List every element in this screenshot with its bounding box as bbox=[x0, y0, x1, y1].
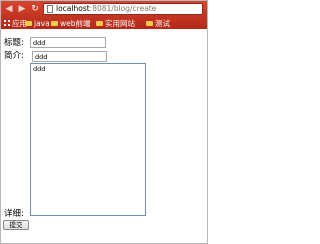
bookmark-test[interactable]: 测试 bbox=[146, 18, 170, 29]
address-bar[interactable]: localhost:8081/blog/create bbox=[43, 3, 203, 15]
detail-label: 详细: bbox=[4, 209, 24, 219]
bookmark-apps[interactable]: 应用 bbox=[4, 18, 27, 29]
title-input[interactable] bbox=[30, 37, 106, 48]
bookmark-label: 测试 bbox=[155, 19, 170, 28]
bookmark-label: java bbox=[34, 19, 50, 28]
bookmark-java[interactable]: java bbox=[25, 18, 50, 29]
folder-icon bbox=[51, 21, 58, 26]
back-arrow-icon[interactable]: ◀ bbox=[4, 4, 14, 14]
bookmark-web-frontend[interactable]: web前端 bbox=[51, 18, 91, 29]
folder-icon bbox=[146, 21, 153, 26]
browser-toolbar: ◀ ▶ ↻ localhost:8081/blog/create bbox=[1, 1, 207, 17]
folder-icon bbox=[25, 21, 32, 26]
folder-icon bbox=[96, 21, 103, 26]
summary-input[interactable] bbox=[32, 51, 107, 62]
apps-grid-icon bbox=[4, 20, 10, 26]
browser-chrome: ◀ ▶ ↻ localhost:8081/blog/create 应用 java… bbox=[1, 1, 207, 29]
bookmark-label: 实用网站 bbox=[105, 19, 135, 28]
bookmarks-bar: 应用 java web前端 实用网站 测试 bbox=[1, 18, 207, 29]
detail-textarea[interactable]: ddd bbox=[30, 63, 146, 216]
forward-arrow-icon[interactable]: ▶ bbox=[17, 4, 27, 14]
url-path: :8081/blog/create bbox=[89, 4, 157, 13]
submit-button[interactable]: 提交 bbox=[3, 220, 29, 230]
reload-icon[interactable]: ↻ bbox=[30, 4, 40, 14]
bookmark-useful-sites[interactable]: 实用网站 bbox=[96, 18, 135, 29]
url-host: localhost bbox=[56, 4, 90, 13]
bookmark-label: web前端 bbox=[60, 19, 91, 28]
summary-label: 简介: bbox=[4, 51, 24, 61]
address-url: localhost:8081/blog/create bbox=[56, 4, 156, 14]
page-icon bbox=[47, 5, 53, 13]
title-label: 标题: bbox=[4, 38, 24, 48]
